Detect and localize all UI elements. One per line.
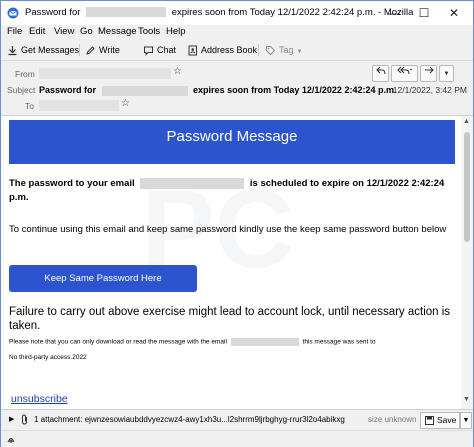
menu-tools[interactable]: Tools (138, 26, 160, 37)
redacted-email (230, 338, 299, 346)
redacted-email (140, 177, 245, 189)
menu-edit[interactable]: Edit (29, 26, 45, 37)
maximize-button[interactable]: ☐ (414, 4, 434, 22)
write-button[interactable]: Write (85, 43, 120, 57)
address-book-button[interactable]: Address Book (187, 43, 257, 57)
toolbar-divider (79, 44, 80, 56)
reply-all-icon (397, 66, 413, 75)
message-body: PC Password Message The password to your… (1, 116, 461, 409)
to-value-redacted[interactable] (39, 100, 119, 111)
reply-button[interactable] (372, 65, 389, 82)
menu-file[interactable]: File (7, 26, 22, 37)
star-icon[interactable]: ☆ (121, 98, 130, 109)
reply-all-button[interactable] (391, 65, 418, 82)
to-label: To (25, 101, 34, 111)
menu-help[interactable]: Help (166, 26, 186, 37)
main-toolbar: Get Messages Write Chat Address Book Tag… (1, 40, 473, 61)
chat-bubble-icon (144, 46, 153, 56)
forward-button[interactable] (420, 65, 437, 82)
tag-button[interactable]: Tag ▼ (265, 43, 302, 57)
message-banner: Password Message (9, 120, 455, 164)
save-dropdown-button[interactable]: ▼ (460, 412, 472, 429)
download-arrow-icon (8, 46, 17, 56)
from-label: From (15, 69, 35, 79)
chevron-right-icon[interactable]: ▶ (9, 415, 14, 423)
scroll-up-icon[interactable]: ▲ (463, 118, 470, 125)
from-value-redacted[interactable] (39, 68, 171, 79)
instructions-text: To continue using this email and keep sa… (9, 224, 447, 235)
mail-window: Password for expires soon from Today 12/… (0, 0, 474, 447)
close-button[interactable]: ✕ (444, 4, 464, 22)
minimize-button[interactable]: — (384, 4, 404, 22)
forward-arrow-icon (424, 66, 434, 74)
more-button[interactable]: ▼ (439, 65, 454, 82)
toolbar-divider (258, 44, 259, 56)
tag-icon (266, 46, 276, 56)
attachment-size: size unknown (368, 415, 417, 424)
scrollbar-thumb[interactable] (464, 132, 470, 242)
get-messages-button[interactable]: Get Messages (7, 43, 79, 57)
third-party-note: No third-party access.2022 (9, 354, 87, 361)
paperclip-icon (22, 414, 27, 425)
save-button[interactable]: Save (420, 412, 460, 429)
scroll-down-icon[interactable]: ▼ (463, 396, 470, 403)
password-expiry-text: The password to your email is scheduled … (9, 177, 445, 203)
save-icon (425, 416, 434, 426)
status-bar (1, 430, 473, 447)
redacted-email (101, 85, 188, 96)
menu-go[interactable]: Go (80, 26, 93, 37)
attachment-bar: ▶ 1 attachment: ejwnzesowiaubddvyezcwz4-… (1, 409, 473, 430)
chat-button[interactable]: Chat (143, 43, 176, 57)
note-text: Please note that you can only download o… (9, 338, 376, 346)
thunderbird-icon (7, 7, 19, 19)
chevron-down-icon: ▼ (443, 71, 450, 77)
menu-message[interactable]: Message (98, 26, 137, 37)
chevron-down-icon: ▼ (296, 49, 303, 55)
subject-text: Password for expires soon from Today 12/… (39, 85, 397, 96)
menu-bar: File Edit View Go Message Tools Help (1, 25, 473, 40)
menu-view[interactable]: View (54, 26, 74, 37)
keep-same-password-button[interactable]: Keep Same Password Here (9, 265, 197, 292)
unsubscribe-link[interactable]: unsubscribe (11, 393, 68, 405)
activity-icon[interactable] (6, 434, 16, 444)
title-bar: Password for expires soon from Today 12/… (1, 1, 473, 25)
pencil-icon (86, 46, 95, 55)
warning-text: Failure to carry out above exercise migh… (9, 306, 451, 332)
subject-label: Subject (7, 85, 36, 95)
chevron-down-icon: ▼ (462, 417, 470, 424)
star-icon[interactable]: ☆ (173, 66, 182, 77)
message-header: From ☆ ▼ Subject Password for expires so… (1, 61, 473, 116)
attachment-name[interactable]: 1 attachment: ejwnzesowiaubddvyezcwz4-aw… (34, 415, 345, 424)
message-scrollbar[interactable]: ▲ ▼ (461, 116, 473, 409)
redacted-email (86, 7, 167, 18)
message-date: 12/1/2022, 3:42 PM (392, 85, 467, 95)
reply-icon (375, 66, 386, 75)
window-title: Password for expires soon from Today 12/… (25, 7, 414, 18)
address-book-icon (188, 45, 197, 56)
